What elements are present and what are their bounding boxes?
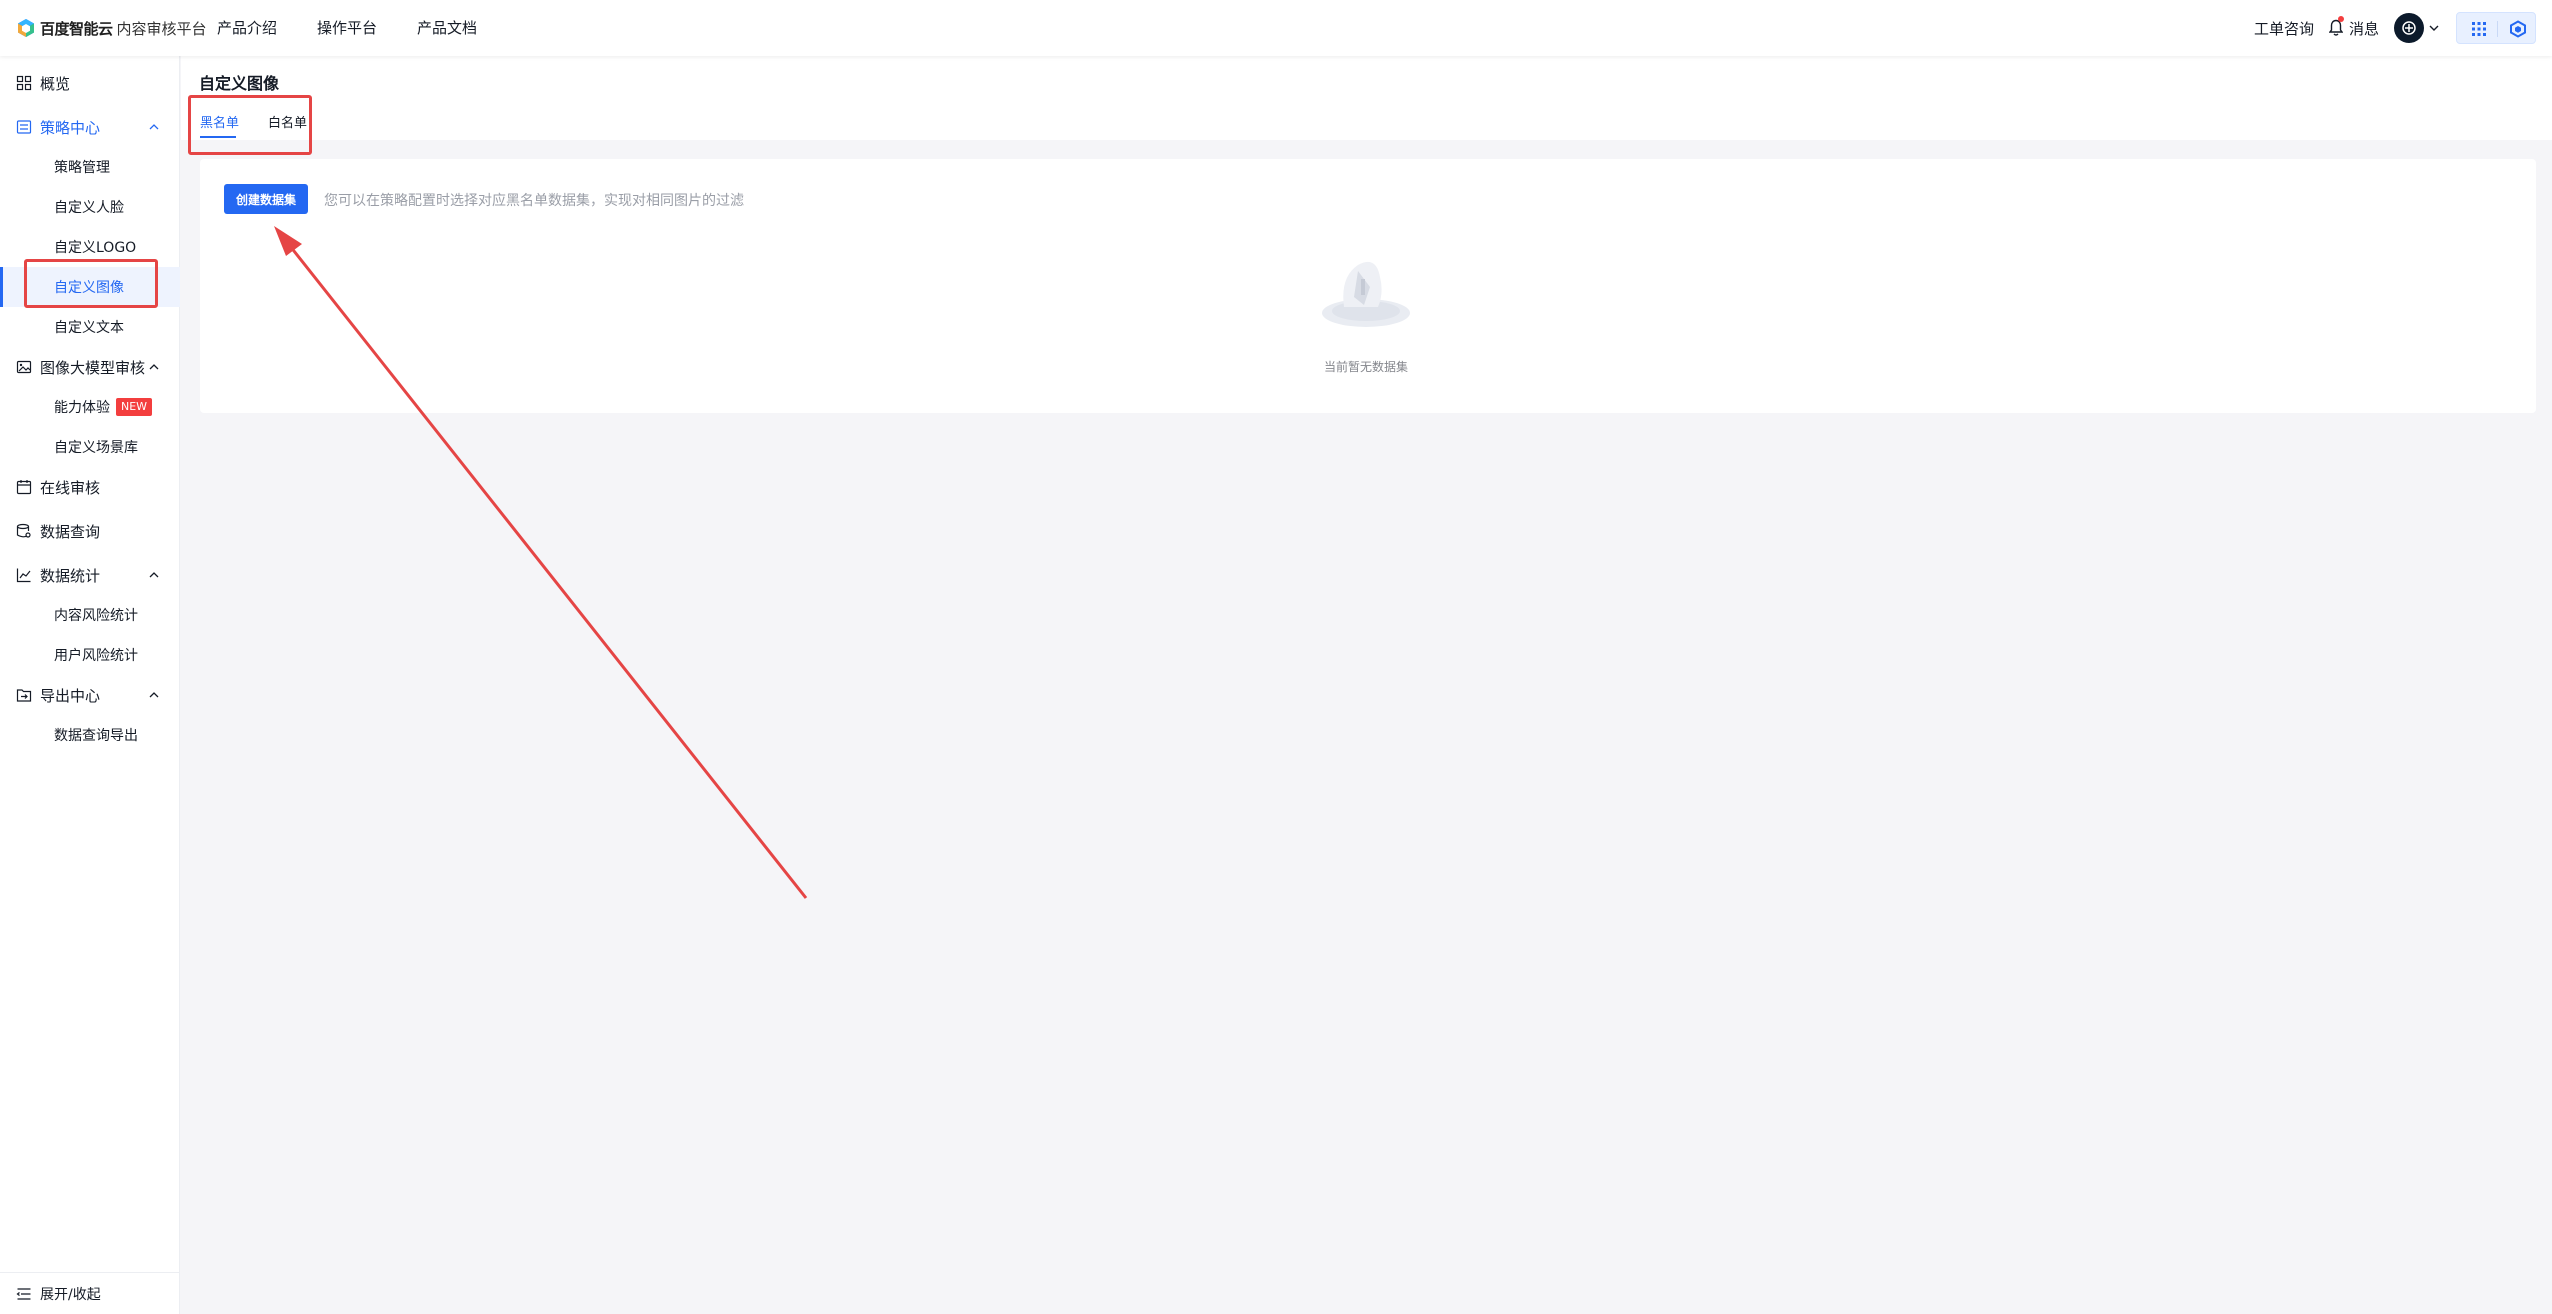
- sidebar-item-label: 图像大模型审核: [40, 358, 146, 377]
- create-dataset-button[interactable]: 创建数据集: [224, 184, 308, 214]
- sidebar-item-custom-text[interactable]: 自定义文本: [0, 307, 180, 347]
- chevron-down-icon[interactable]: [2428, 22, 2440, 34]
- sidebar-item-label: 策略管理: [54, 160, 110, 176]
- chevron-up-icon: [149, 364, 159, 370]
- sidebar-item-label: 内容风险统计: [54, 608, 138, 624]
- collapse-label: 展开/收起: [40, 1286, 101, 1303]
- page-header: 自定义图像 黑名单 白名单: [181, 56, 2552, 140]
- brand-name: 百度智能云: [40, 19, 113, 38]
- strategy-icon: [16, 120, 32, 134]
- tab-whitelist[interactable]: 白名单: [268, 112, 307, 131]
- dataset-card: 创建数据集 您可以在策略配置时选择对应黑名单数据集，实现对相同图片的过滤 当前暂…: [200, 159, 2536, 413]
- sidebar: 概览 策略中心 策略管理 自定义人脸 自定义LOGO 自定义图像 自定义文本 图…: [0, 56, 180, 1314]
- image-icon: [16, 360, 32, 374]
- sidebar-item-label: 能力体验: [54, 400, 110, 416]
- nav-docs[interactable]: 产品文档: [417, 0, 477, 56]
- avatar-icon: [2402, 21, 2416, 35]
- sidebar-item-label: 数据查询: [40, 522, 101, 541]
- sidebar-item-user-risk-stats[interactable]: 用户风险统计: [0, 635, 180, 675]
- page-title: 自定义图像: [199, 74, 280, 93]
- sidebar-item-custom-face[interactable]: 自定义人脸: [0, 187, 180, 227]
- sidebar-item-label: 策略中心: [40, 118, 101, 137]
- active-tab-indicator: [200, 136, 236, 138]
- sidebar-item-label: 自定义图像: [54, 280, 124, 296]
- sidebar-item-online-review[interactable]: 在线审核: [0, 467, 180, 507]
- nav-product-intro[interactable]: 产品介绍: [217, 0, 277, 56]
- sidebar-item-query-export[interactable]: 数据查询导出: [0, 715, 180, 755]
- ticket-link[interactable]: 工单咨询: [2254, 18, 2314, 39]
- sidebar-item-strategy-management[interactable]: 策略管理: [0, 147, 180, 187]
- sidebar-item-scene-library[interactable]: 自定义场景库: [0, 427, 180, 467]
- empty-state-text: 当前暂无数据集: [1323, 360, 1408, 374]
- chevron-up-icon: [149, 124, 159, 130]
- export-icon: [16, 689, 32, 702]
- notification-dot: [2338, 16, 2344, 22]
- bell-icon[interactable]: [2329, 16, 2345, 38]
- sidebar-item-label: 导出中心: [40, 686, 101, 705]
- chart-icon: [16, 568, 31, 583]
- sidebar-item-content-risk-stats[interactable]: 内容风险统计: [0, 595, 180, 635]
- brand[interactable]: 百度智能云 内容审核平台: [16, 16, 207, 40]
- sidebar-item-image-model[interactable]: 图像大模型审核: [0, 347, 180, 387]
- menu-fold-icon: [16, 1287, 31, 1300]
- chevron-up-icon: [149, 572, 159, 578]
- app-switcher[interactable]: [2456, 12, 2536, 44]
- top-nav: 产品介绍 操作平台 产品文档: [217, 0, 517, 56]
- new-badge: NEW: [116, 398, 153, 416]
- apps-grid-icon: [2472, 22, 2486, 36]
- sidebar-collapse-toggle[interactable]: 展开/收起: [0, 1272, 180, 1314]
- chevron-up-icon: [149, 692, 159, 698]
- sidebar-item-label: 自定义LOGO: [54, 240, 137, 256]
- sidebar-item-label: 自定义场景库: [54, 440, 138, 456]
- sidebar-item-export-center[interactable]: 导出中心: [0, 675, 180, 715]
- messages-link[interactable]: 消息: [2349, 18, 2379, 39]
- sidebar-item-overview[interactable]: 概览: [0, 63, 180, 103]
- empty-box-icon: [1322, 261, 1410, 327]
- sidebar-item-data-query[interactable]: 数据查询: [0, 511, 180, 551]
- nav-console[interactable]: 操作平台: [317, 0, 377, 56]
- sidebar-item-custom-image[interactable]: 自定义图像: [0, 267, 180, 307]
- sidebar-item-label: 数据查询导出: [54, 728, 138, 744]
- brand-product: 内容审核平台: [116, 19, 207, 38]
- sidebar-item-label: 用户风险统计: [54, 648, 138, 664]
- sidebar-item-label: 自定义人脸: [54, 200, 124, 216]
- hint-text: 您可以在策略配置时选择对应黑名单数据集，实现对相同图片的过滤: [324, 193, 744, 209]
- sidebar-item-label: 在线审核: [40, 478, 101, 497]
- sidebar-item-data-stats[interactable]: 数据统计: [0, 555, 180, 595]
- cube-icon: [2510, 20, 2526, 38]
- sidebar-item-label: 数据统计: [40, 566, 101, 585]
- tab-blacklist[interactable]: 黑名单: [200, 112, 239, 131]
- top-bar: 百度智能云 内容审核平台 产品介绍 操作平台 产品文档 工单咨询 消息: [0, 0, 2552, 56]
- brand-logo-icon: [18, 19, 34, 37]
- divider: [2497, 21, 2498, 37]
- sidebar-item-capability-trial[interactable]: 能力体验 NEW: [0, 387, 180, 427]
- sidebar-item-label: 自定义文本: [54, 320, 124, 336]
- dashboard-icon: [16, 75, 32, 91]
- sidebar-item-strategy-center[interactable]: 策略中心: [0, 107, 180, 147]
- sidebar-item-label: 概览: [40, 74, 71, 93]
- database-search-icon: [16, 523, 31, 538]
- avatar[interactable]: [2394, 13, 2424, 43]
- sidebar-item-custom-logo[interactable]: 自定义LOGO: [0, 227, 180, 267]
- calendar-check-icon: [16, 480, 32, 495]
